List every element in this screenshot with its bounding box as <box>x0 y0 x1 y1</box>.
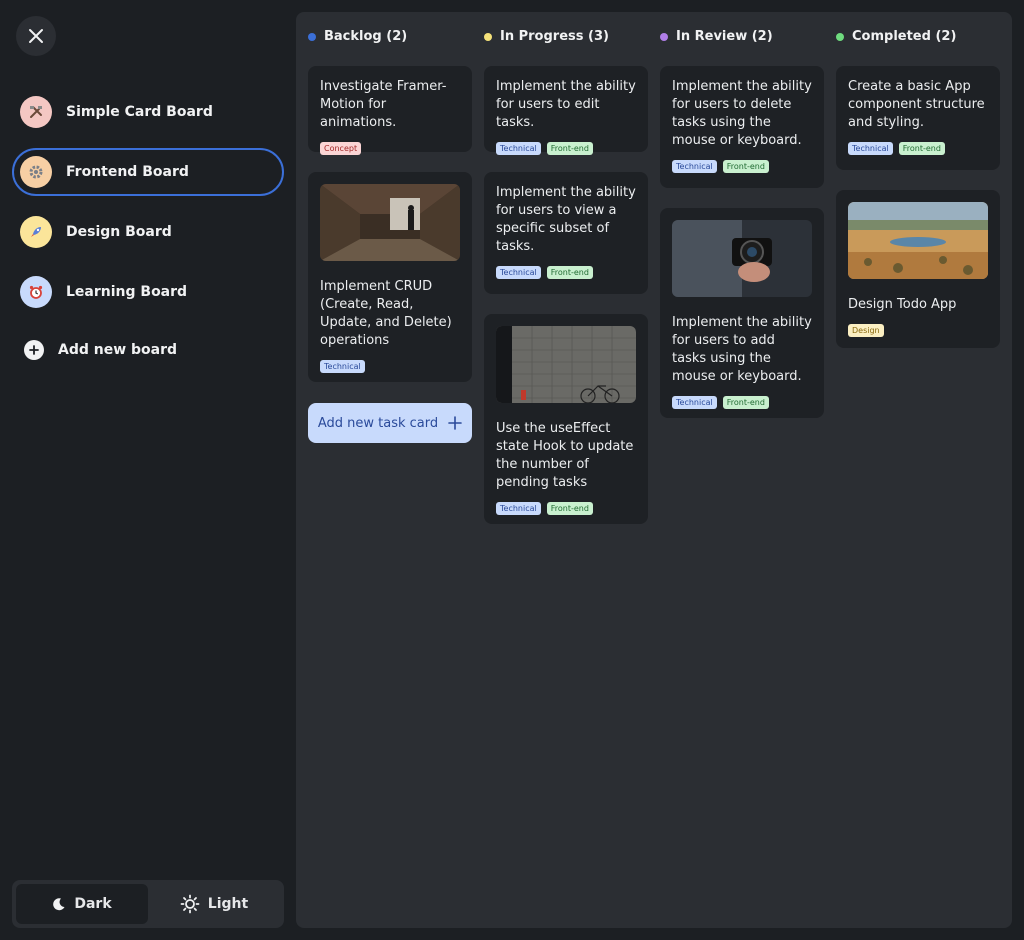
sun-icon <box>180 894 200 914</box>
status-dot <box>484 32 492 41</box>
add-task-label: Add new task card <box>317 415 439 431</box>
card-title: Implement the ability for users to view … <box>496 185 636 254</box>
tag-front-end: Front-end <box>722 396 769 409</box>
sidebar: Simple Card Board Frontend Board Design … <box>0 0 296 940</box>
card-title: Implement CRUD (Create, Read, Update, an… <box>320 279 452 348</box>
tag-design: Design <box>848 324 884 337</box>
card-title: Use the useEffect state Hook to update t… <box>496 421 634 490</box>
task-card[interactable]: Implement CRUD (Create, Read, Update, an… <box>308 172 472 382</box>
column-title: In Progress (3) <box>500 29 609 44</box>
column-header: Backlog (2) <box>308 29 407 44</box>
theme-light-label: Light <box>207 896 249 912</box>
task-card[interactable]: Implement the ability for users to add t… <box>660 208 824 418</box>
task-card[interactable]: Use the useEffect state Hook to update t… <box>484 314 648 524</box>
board-item-frontend-board[interactable]: Frontend Board <box>12 148 284 196</box>
card-title: Implement the ability for users to add t… <box>672 315 812 384</box>
tag-technical: Technical <box>672 396 717 409</box>
alarm-clock-icon <box>20 276 52 308</box>
plus-icon <box>448 416 462 430</box>
status-dot <box>836 32 844 41</box>
card-title: Investigate Framer-Motion for animations… <box>320 79 447 130</box>
status-dot <box>308 32 316 41</box>
tag-technical: Technical <box>496 266 541 279</box>
card-image-camera <box>672 220 812 297</box>
tag-technical: Technical <box>672 160 717 173</box>
column-header: Completed (2) <box>836 29 956 44</box>
board-item-design-board[interactable]: Design Board <box>12 208 284 256</box>
column-header: In Review (2) <box>660 29 773 44</box>
task-card[interactable]: Design Todo App Design <box>836 190 1000 348</box>
gear-icon <box>20 156 52 188</box>
card-image-wall-bicycle <box>496 326 636 403</box>
card-image-bridge <box>320 184 460 261</box>
card-title: Design Todo App <box>848 297 957 312</box>
tag-technical: Technical <box>496 142 541 155</box>
theme-dark-label: Dark <box>74 896 112 912</box>
kanban-board: Backlog (2) Investigate Framer-Motion fo… <box>296 12 1012 928</box>
task-card[interactable]: Implement the ability for users to delet… <box>660 66 824 188</box>
task-card[interactable]: Investigate Framer-Motion for animations… <box>308 66 472 155</box>
tag-front-end: Front-end <box>722 160 769 173</box>
tag-front-end: Front-end <box>546 142 593 155</box>
tag-technical: Technical <box>496 502 541 515</box>
add-new-board-label: Add new board <box>58 342 178 358</box>
hammer-wrench-icon <box>20 96 52 128</box>
card-title: Implement the ability for users to edit … <box>496 79 636 130</box>
status-dot <box>660 32 668 41</box>
column-title: Completed (2) <box>852 29 957 44</box>
close-icon <box>29 29 43 43</box>
tag-front-end: Front-end <box>546 502 593 515</box>
board-label: Design Board <box>66 224 172 240</box>
board-item-simple-card-board[interactable]: Simple Card Board <box>12 88 284 136</box>
board-item-learning-board[interactable]: Learning Board <box>12 268 284 316</box>
close-sidebar-button[interactable] <box>16 16 56 56</box>
tag-front-end: Front-end <box>546 266 593 279</box>
task-card[interactable]: Implement the ability for users to edit … <box>484 66 648 155</box>
moon-icon <box>53 898 65 911</box>
theme-dark-option[interactable]: Dark <box>16 884 148 924</box>
tag-concept: Concept <box>320 142 362 155</box>
card-title: Implement the ability for users to delet… <box>672 79 812 148</box>
plus-circle-icon <box>24 340 44 360</box>
theme-light-option[interactable]: Light <box>148 884 280 924</box>
add-new-task-card-button[interactable]: Add new task card <box>308 403 472 443</box>
task-card[interactable]: Implement the ability for users to view … <box>484 172 648 294</box>
rocket-icon <box>20 216 52 248</box>
card-title: Create a basic App component structure a… <box>848 79 985 130</box>
add-new-board-button[interactable]: Add new board <box>24 340 177 360</box>
board-label: Frontend Board <box>66 164 189 180</box>
tag-front-end: Front-end <box>898 142 945 155</box>
tag-technical: Technical <box>848 142 893 155</box>
theme-toggle: Dark Light <box>12 880 284 928</box>
column-title: In Review (2) <box>676 29 773 44</box>
tag-technical: Technical <box>320 360 365 373</box>
column-title: Backlog (2) <box>324 29 408 44</box>
board-label: Learning Board <box>66 284 188 300</box>
task-card[interactable]: Create a basic App component structure a… <box>836 66 1000 170</box>
card-image-landscape <box>848 202 988 279</box>
column-header: In Progress (3) <box>484 29 609 44</box>
board-label: Simple Card Board <box>66 104 213 120</box>
